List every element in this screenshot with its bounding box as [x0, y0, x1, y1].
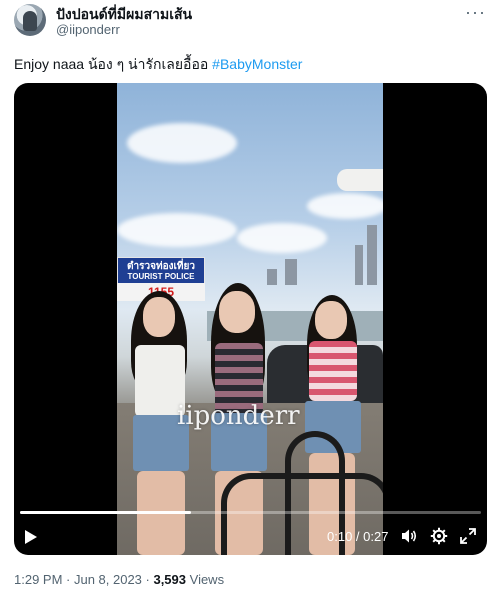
video-watermark: iiponderr	[177, 401, 300, 431]
time-separator: /	[352, 529, 364, 544]
gear-icon[interactable]	[430, 527, 448, 550]
video-player[interactable]: ตำรวจท่องเที่ยว TOURIST POLICE 1155	[14, 83, 487, 555]
face	[315, 301, 347, 339]
face	[219, 291, 255, 333]
sign-subtitle: TOURIST POLICE	[127, 272, 195, 281]
cloud	[117, 213, 237, 247]
cloud	[307, 193, 383, 219]
face	[143, 297, 175, 337]
tweet-text: Enjoy naaa น้อง ๆ น่ารักเลยอื้ออ #BabyMo…	[14, 54, 302, 76]
play-icon[interactable]	[24, 529, 38, 550]
views-count: 3,593	[153, 572, 187, 587]
fullscreen-icon[interactable]	[459, 527, 477, 550]
more-horizontal-icon[interactable]: ···	[465, 2, 486, 23]
building	[285, 259, 297, 285]
video-progress-bar[interactable]	[20, 511, 481, 514]
handle[interactable]: @iiponderr	[56, 22, 120, 37]
building	[367, 225, 377, 285]
hashtag-link[interactable]: #BabyMonster	[212, 56, 302, 72]
shirt	[309, 341, 357, 401]
tweet: ปังปอนด์ที่มีผมสามเส้น @iiponderr ··· En…	[0, 0, 500, 600]
sign-title: ตำรวจท่องเที่ยว	[127, 261, 195, 272]
avatar[interactable]	[14, 4, 46, 36]
views-label: Views	[186, 572, 225, 587]
cloud	[237, 223, 327, 253]
avatar-figure	[23, 11, 37, 31]
building	[355, 245, 363, 285]
video-frame[interactable]: ตำรวจท่องเที่ยว TOURIST POLICE 1155	[117, 83, 383, 555]
video-progress-fill	[20, 511, 191, 514]
tweet-meta: 1:29 PM · Jun 8, 2023 · 3,593 Views	[14, 572, 224, 587]
building	[267, 269, 277, 285]
duration: 0:27	[363, 529, 389, 544]
volume-icon[interactable]	[400, 527, 418, 550]
current-time: 0:10	[327, 529, 353, 544]
lamp	[337, 169, 383, 191]
cloud	[127, 123, 237, 163]
timestamp[interactable]: 1:29 PM · Jun 8, 2023 ·	[14, 572, 153, 587]
video-time: 0:10 / 0:27	[327, 529, 388, 544]
tweet-body: Enjoy naaa น้อง ๆ น่ารักเลยอื้ออ	[14, 56, 209, 72]
